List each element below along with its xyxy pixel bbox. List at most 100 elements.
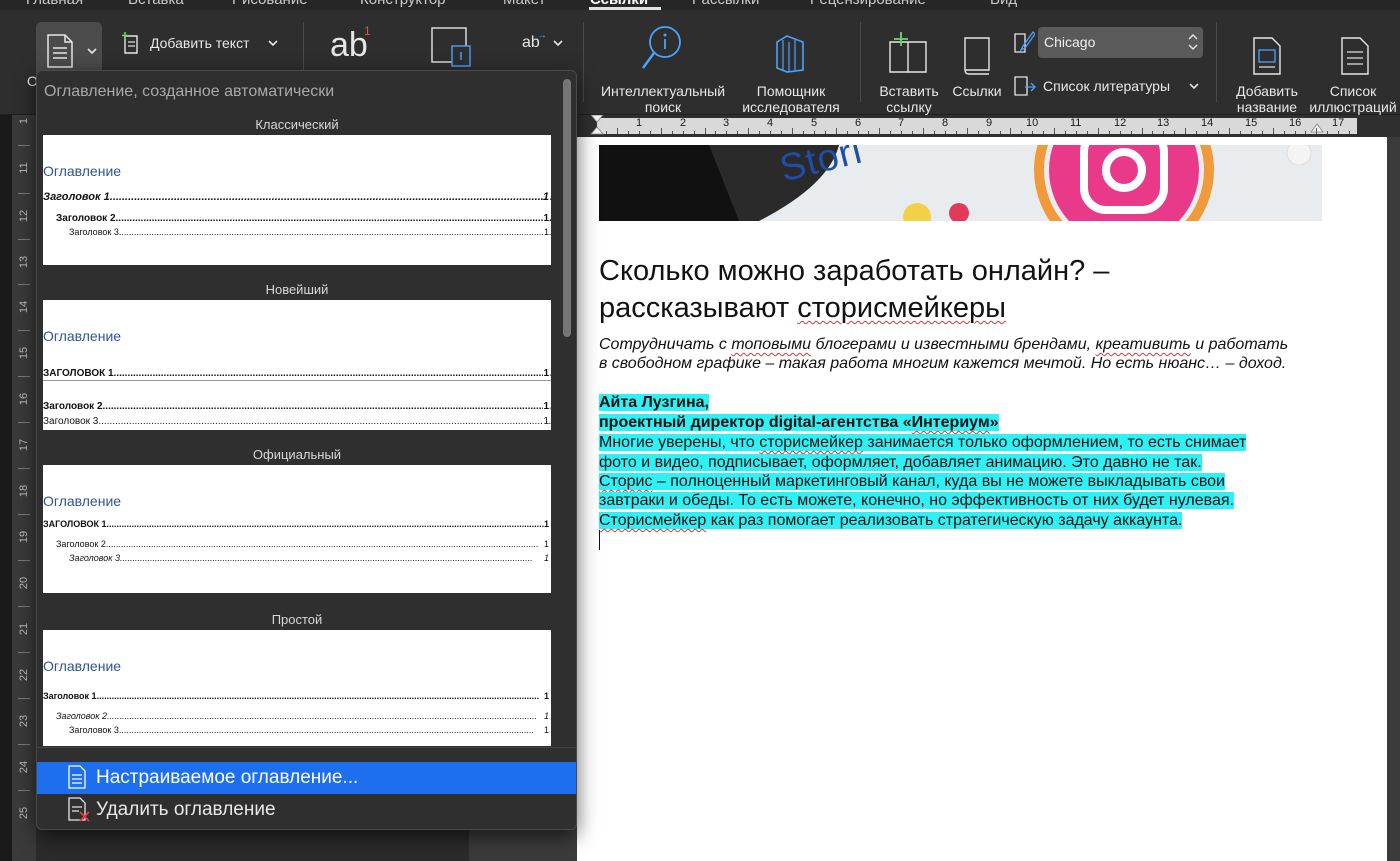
horizontal-ruler-tick bbox=[1010, 128, 1011, 134]
horizontal-ruler-tick bbox=[847, 131, 848, 134]
tab-layout[interactable]: Макет bbox=[503, 0, 545, 8]
horizontal-ruler-tick bbox=[945, 131, 946, 134]
custom-toc-icon bbox=[68, 765, 86, 789]
vertical-ruler-number: 23 bbox=[18, 714, 30, 728]
vertical-ruler-number: 13 bbox=[18, 255, 30, 269]
horizontal-ruler-tick bbox=[836, 128, 837, 134]
tab-view[interactable]: Вид bbox=[990, 0, 1017, 8]
vertical-ruler-number: 15 bbox=[18, 346, 30, 360]
body-line-4: завтраки и обеды. То есть можете, конечн… bbox=[599, 492, 1234, 509]
toc-preview-title: Оглавление bbox=[43, 493, 122, 509]
article-lead: Сотрудничать с топовыми блогерами и изве… bbox=[599, 336, 1289, 372]
horizontal-ruler-tick bbox=[1284, 131, 1285, 134]
vertical-ruler-tick bbox=[18, 698, 30, 699]
insert-footnote-button[interactable]: ab 1 bbox=[328, 24, 378, 64]
body-line-3: Сторис – полноценный маркетинговый канал… bbox=[599, 473, 1225, 490]
citation-style-select[interactable]: Chicago bbox=[1038, 27, 1203, 58]
vertical-ruler-number: 21 bbox=[18, 622, 30, 636]
horizontal-ruler-tick bbox=[737, 131, 738, 134]
horizontal-ruler-tick bbox=[978, 131, 979, 134]
tab-mailings[interactable]: Рассылки bbox=[692, 0, 759, 8]
horizontal-ruler-tick bbox=[1120, 131, 1121, 134]
horizontal-ruler[interactable]: 1 2 3 4 5 6 7 8 9 10 11 12 13 14 15 16 17 bbox=[577, 115, 1400, 137]
add-caption-button[interactable]: Добавить название bbox=[1226, 20, 1308, 115]
vertical-ruler-number: 22 bbox=[18, 668, 30, 682]
horizontal-ruler-tick bbox=[628, 131, 629, 134]
vertical-ruler-number: 19 bbox=[18, 530, 30, 544]
window-edge bbox=[0, 115, 12, 861]
citations-button[interactable]: Ссылки bbox=[948, 20, 1006, 100]
horizontal-ruler-tick bbox=[956, 131, 957, 134]
tab-home[interactable]: Главная bbox=[26, 0, 83, 8]
horizontal-ruler-number: 16 bbox=[1289, 117, 1302, 129]
horizontal-ruler-tick bbox=[1207, 131, 1208, 134]
horizontal-ruler-tick bbox=[923, 128, 924, 134]
vertical-ruler-tick bbox=[18, 376, 30, 377]
remove-toc-menu-item[interactable]: Удалить оглавление bbox=[37, 794, 576, 826]
toc-preview-row: Заголовок 1.............................… bbox=[43, 691, 549, 701]
tab-review[interactable]: Рецензирование bbox=[810, 0, 926, 8]
document-page[interactable]: Stori Сколько можно заработать онлайн? –… bbox=[577, 137, 1387, 861]
toc-style-label: Классический bbox=[255, 117, 339, 132]
horizontal-ruler-number: 14 bbox=[1201, 117, 1214, 129]
toc-style-classic[interactable]: Оглавление Заголовок 1..................… bbox=[43, 135, 551, 265]
horizontal-ruler-tick bbox=[726, 131, 727, 134]
author-role: проектный директор digital-агентства «Ин… bbox=[599, 414, 999, 431]
vertical-ruler-number: 14 bbox=[18, 300, 30, 314]
tab-design[interactable]: Конструктор bbox=[360, 0, 446, 8]
indent-marker-icon[interactable] bbox=[590, 115, 604, 137]
horizontal-ruler-tick bbox=[1065, 131, 1066, 134]
tab-insert[interactable]: Вставка bbox=[128, 0, 184, 8]
custom-toc-menu-item[interactable]: Настраиваемое оглавление... bbox=[37, 762, 576, 794]
dropdown-scrollbar[interactable] bbox=[563, 79, 571, 337]
horizontal-ruler-tick bbox=[770, 131, 771, 134]
bibliography-button[interactable]: Список литературы bbox=[1013, 73, 1203, 99]
toc-preview-row: Заголовок 2.............................… bbox=[56, 539, 549, 549]
horizontal-ruler-tick bbox=[1327, 131, 1328, 134]
toc-style-modern[interactable]: Оглавление ЗАГОЛОВОК 1..................… bbox=[43, 300, 551, 430]
horizontal-ruler-number: 2 bbox=[680, 117, 687, 129]
chevron-down-icon bbox=[553, 40, 563, 47]
horizontal-ruler-tick bbox=[1240, 131, 1241, 134]
horizontal-ruler-number: 7 bbox=[898, 117, 905, 129]
horizontal-ruler-tick bbox=[759, 131, 760, 134]
researcher-button[interactable]: Помощник исследователя bbox=[735, 20, 847, 115]
horizontal-ruler-tick bbox=[1043, 131, 1044, 134]
toc-style-label: Новейший bbox=[265, 282, 329, 297]
vertical-ruler-tick bbox=[18, 422, 30, 423]
horizontal-ruler-tick bbox=[1349, 131, 1350, 134]
add-text-button[interactable]: Добавить текст bbox=[120, 30, 280, 56]
smart-lookup-button[interactable]: Интеллектуальный поиск bbox=[593, 20, 733, 115]
next-footnote-button[interactable]: ab → bbox=[520, 30, 566, 56]
horizontal-ruler-number: 1 bbox=[636, 117, 643, 129]
tab-draw[interactable]: Рисование bbox=[232, 0, 308, 8]
author-name: Айта Лузгина, bbox=[599, 394, 709, 411]
horizontal-ruler-tick bbox=[1054, 128, 1055, 134]
add-caption-icon bbox=[1253, 37, 1281, 75]
toc-style-simple[interactable]: Оглавление Заголовок 1..................… bbox=[43, 630, 551, 746]
vertical-ruler-number: 12 bbox=[18, 209, 30, 223]
toc-dropdown-header: Оглавление, созданное автоматически bbox=[44, 83, 335, 100]
insert-citation-button[interactable]: Вставить ссылку bbox=[870, 20, 948, 115]
horizontal-ruler-number: 8 bbox=[942, 117, 949, 129]
article-title: Сколько можно заработать онлайн? – расск… bbox=[599, 255, 1110, 324]
horizontal-ruler-tick bbox=[890, 131, 891, 134]
insert-citation-icon bbox=[889, 32, 927, 73]
body-line-1: Многие уверены, что сторисмейкер занимае… bbox=[599, 434, 1247, 451]
horizontal-ruler-number: 4 bbox=[767, 117, 774, 129]
vertical-ruler[interactable]: 1 11 12 13 14 15 16 17 18 19 20 21 22 23 24 25 bbox=[12, 115, 36, 861]
insert-endnote-icon[interactable] bbox=[430, 26, 476, 70]
bibliography-icon bbox=[1014, 76, 1036, 96]
toc-preview-row: Заголовок 3.............................… bbox=[69, 725, 549, 735]
article-hero-image: Stori bbox=[599, 145, 1322, 221]
horizontal-ruler-tick bbox=[617, 128, 618, 134]
horizontal-ruler-tick bbox=[1295, 131, 1296, 134]
right-indent-marker-icon[interactable] bbox=[1310, 123, 1324, 137]
horizontal-ruler-tick bbox=[694, 131, 695, 134]
chevron-down-icon bbox=[87, 48, 97, 55]
vertical-ruler-number: 17 bbox=[18, 438, 30, 452]
table-of-figures-button[interactable]: Список иллюстраций bbox=[1306, 20, 1400, 115]
horizontal-ruler-number: 10 bbox=[1026, 117, 1039, 129]
toc-style-formal[interactable]: Оглавление ЗАГОЛОВОК 1..................… bbox=[43, 465, 551, 593]
ruler-band bbox=[597, 118, 1357, 134]
